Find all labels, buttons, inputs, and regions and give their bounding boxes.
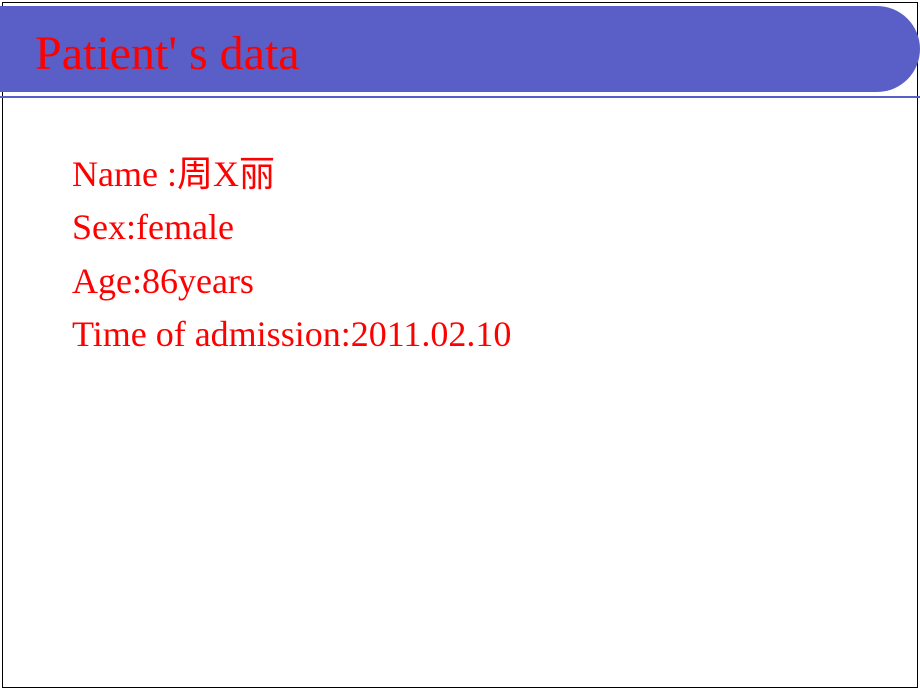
name-label: Name :: [72, 154, 177, 194]
slide-title: Patient' s data: [35, 26, 300, 81]
name-value: 周X丽: [177, 154, 275, 194]
age-value: 86years: [142, 261, 254, 301]
age-label: Age:: [72, 261, 142, 301]
sex-label: Sex:: [72, 207, 136, 247]
title-underline: [0, 96, 920, 98]
patient-admission-line: Time of admission:2011.02.10: [72, 308, 511, 361]
sex-value: female: [136, 207, 234, 247]
patient-sex-line: Sex:female: [72, 201, 511, 254]
patient-data-block: Name :周X丽 Sex:female Age:86years Time of…: [72, 148, 511, 361]
admission-value: 2011.02.10: [351, 314, 512, 354]
admission-label: Time of admission:: [72, 314, 351, 354]
patient-name-line: Name :周X丽: [72, 148, 511, 201]
patient-age-line: Age:86years: [72, 255, 511, 308]
title-bar: Patient' s data: [0, 6, 920, 92]
